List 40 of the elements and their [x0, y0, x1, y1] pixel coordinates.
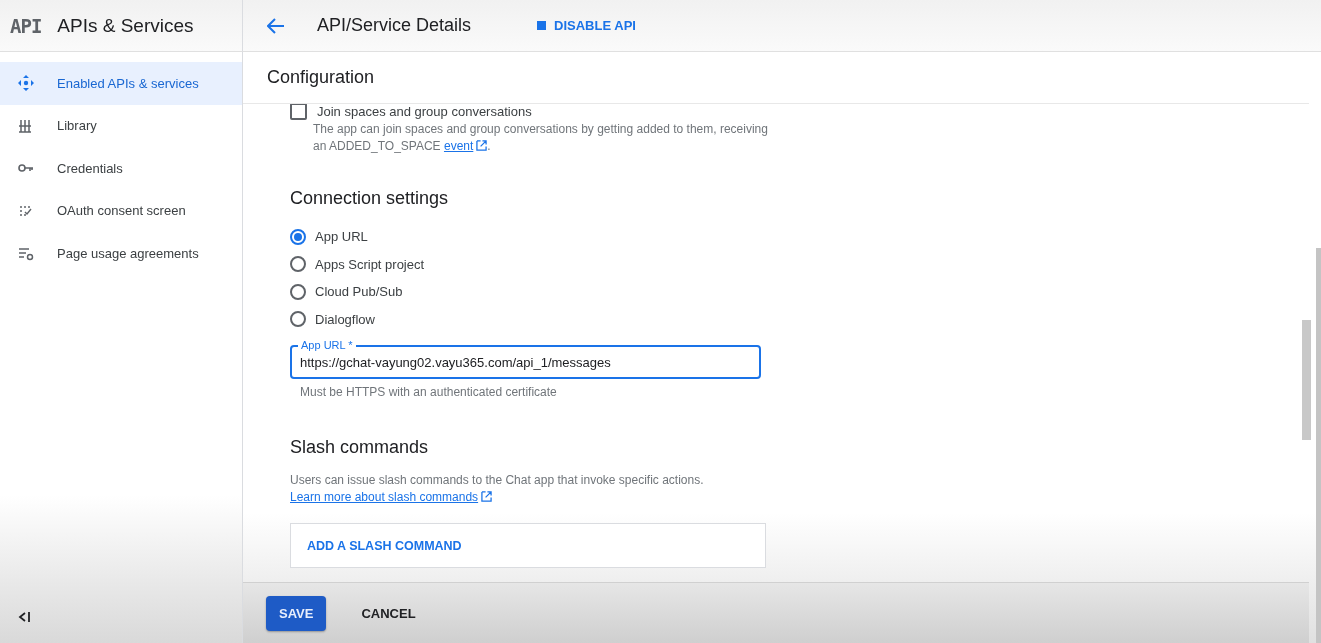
product-title: APIs & Services [57, 14, 194, 37]
radio-label: Apps Script project [315, 256, 425, 272]
back-arrow-icon [267, 17, 285, 34]
option-description: The app can join spaces and group conversations by getting added to them, receiving an ADDED_TO_SPACE event . [313, 121, 769, 155]
section-heading: Connection settings [290, 188, 450, 209]
helper-text: Must be HTTPS with an authenticated certificate [300, 385, 558, 399]
sidebar-item[interactable]: OAuth consent screen [0, 189, 242, 232]
radio-label: Dialogflow [315, 311, 375, 327]
page-title: API/Service Details [317, 15, 472, 36]
scrollbar-thumb[interactable] [1302, 320, 1311, 440]
section-title: Configuration [243, 52, 1309, 104]
section-description: Users can issue slash commands to the Chat app that invoke specific actions. Learn more about slash commands [290, 472, 705, 506]
sidebar-item[interactable]: Page usage agreements [0, 232, 242, 275]
event-link[interactable]: event [443, 139, 488, 153]
radio-label: Cloud Pub/Sub [315, 284, 403, 300]
radio-label: App URL [315, 229, 368, 245]
sidebar-item[interactable]: Library [0, 104, 242, 147]
external-link-icon [476, 140, 488, 151]
field-label: App URL * [298, 338, 356, 352]
checkbox[interactable] [290, 104, 307, 120]
external-link-icon [481, 491, 493, 502]
radio-button[interactable] [290, 311, 306, 328]
checkbox-label: Join spaces and group conversations [317, 104, 532, 119]
radio-button[interactable] [290, 256, 306, 273]
add-slash-command-button[interactable]: ADD A SLASH COMMAND [290, 523, 766, 568]
save-button[interactable]: SAVE [266, 595, 327, 631]
disable-api-button[interactable]: DISABLE API [531, 17, 642, 34]
radio-button[interactable] [290, 228, 306, 245]
sidebar-item[interactable]: Enabled APIs & services [0, 62, 242, 105]
api-logo: API [10, 14, 42, 37]
page-scrollbar[interactable] [1316, 248, 1321, 643]
collapse-icon[interactable] [18, 611, 32, 623]
radio-button[interactable] [290, 283, 306, 300]
cancel-button[interactable]: CANCEL [348, 595, 429, 631]
diamond-arrows-icon [17, 74, 35, 93]
learn-more-link[interactable]: Learn more about slash commands [290, 490, 493, 504]
section-heading: Slash commands [290, 437, 430, 458]
sidebar-item[interactable]: Credentials [0, 147, 242, 190]
url-input: https://gchat-vayung02.vayu365.com/api_1/messages [300, 354, 759, 370]
stop-icon [537, 21, 547, 30]
